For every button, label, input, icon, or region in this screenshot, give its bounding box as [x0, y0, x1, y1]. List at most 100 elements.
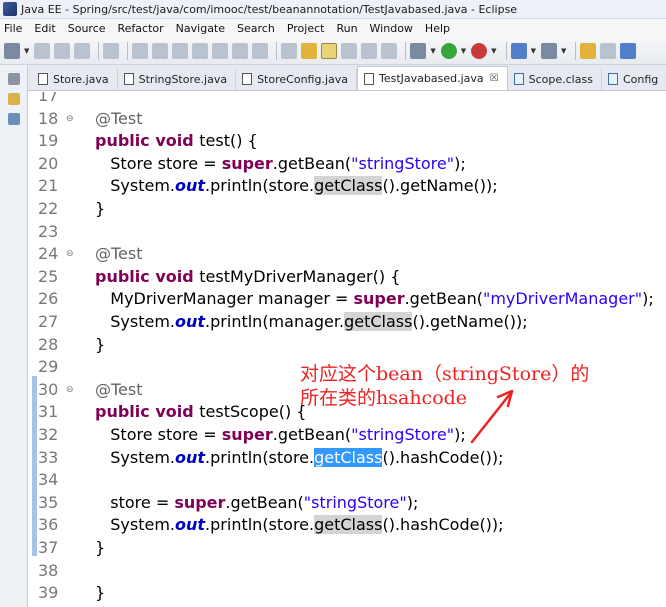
code-token: );	[454, 153, 466, 173]
code-line[interactable]: 38	[28, 560, 666, 583]
line-number: 34	[38, 470, 59, 490]
skip-breakpoints-icon[interactable]	[103, 42, 120, 59]
menu-source[interactable]: Source	[68, 22, 106, 35]
code-token: test() {	[199, 131, 258, 151]
new-dropdown-icon[interactable]: ▼	[24, 47, 29, 55]
fold-toggle-icon[interactable]: ⊖	[66, 379, 74, 402]
code-line[interactable]: 32 Store store = super.getBean("stringSt…	[28, 424, 666, 447]
tab-label: Store.java	[53, 72, 109, 86]
line-number: 26	[38, 289, 59, 309]
code-line[interactable]: 17	[28, 92, 666, 108]
step-into-icon[interactable]	[212, 42, 229, 59]
step-return-icon[interactable]	[252, 42, 269, 59]
menu-run[interactable]: Run	[336, 22, 357, 35]
code-line[interactable]: 34	[28, 469, 666, 492]
new-class-icon[interactable]	[540, 42, 557, 59]
debug-dropdown-icon[interactable]: ▼	[430, 47, 435, 55]
code-text: }	[95, 537, 105, 560]
format-icon[interactable]	[281, 42, 298, 59]
code-line[interactable]: 36 System.out.println(store.getClass().h…	[28, 514, 666, 537]
code-token: ().hashCode());	[382, 515, 504, 535]
main-toolbar: ▼ ▼ ▼ ▼ ▼ ▼	[0, 37, 666, 65]
code-editor[interactable]: 17 18 ⊖ @Test 19 public void test() {20 Store…	[28, 92, 666, 607]
tab-store-java[interactable]: Store.java	[32, 68, 118, 90]
run-dropdown-icon[interactable]: ▼	[461, 47, 466, 55]
tab-testjavabased-java[interactable]: TestJavabased.java ☒	[357, 66, 508, 90]
step-over-icon[interactable]	[232, 42, 249, 59]
code-text: public void test() {	[95, 130, 258, 153]
external-tools-icon[interactable]	[471, 42, 488, 59]
print-icon[interactable]	[74, 42, 91, 59]
external-tools-dropdown-icon[interactable]: ▼	[491, 47, 496, 55]
fold-toggle-icon[interactable]: ⊖	[66, 108, 74, 131]
menu-help[interactable]: Help	[425, 22, 450, 35]
block-selection-icon[interactable]	[361, 42, 378, 59]
mark-occurrences-icon[interactable]	[321, 42, 338, 59]
run-icon[interactable]	[440, 42, 457, 59]
resume-icon[interactable]	[132, 42, 149, 59]
suspend-icon[interactable]	[152, 42, 169, 59]
code-line[interactable]: 37}	[28, 537, 666, 560]
code-line[interactable]: 33 System.out.println(store.getClass().h…	[28, 447, 666, 470]
restore-view-icon[interactable]	[7, 73, 20, 85]
line-number: 21	[38, 176, 59, 196]
fold-toggle-icon[interactable]: ⊖	[66, 243, 74, 266]
new-icon[interactable]	[4, 42, 20, 59]
annotation-arrow-icon	[470, 389, 514, 444]
save-all-icon[interactable]	[54, 42, 71, 59]
tab-storeconfig-java[interactable]: StoreConfig.java	[236, 68, 357, 90]
terminate-icon[interactable]	[172, 42, 189, 59]
code-token: .println(store.	[205, 447, 315, 467]
tab-scope-class[interactable]: Scope.class	[508, 68, 602, 90]
code-token: getClass	[314, 515, 383, 535]
menu-file[interactable]: File	[4, 22, 22, 35]
menu-search[interactable]: Search	[237, 22, 275, 35]
toolbar-separator	[127, 41, 129, 60]
code-line[interactable]: 19 public void test() {	[28, 130, 666, 153]
code-line[interactable]: 21 System.out.println(store.getClass().g…	[28, 175, 666, 198]
line-number: 32	[38, 425, 59, 444]
menu-window[interactable]: Window	[370, 22, 413, 35]
package-explorer-icon[interactable]	[7, 93, 20, 105]
code-line[interactable]: 20 Store store = super.getBean("stringSt…	[28, 153, 666, 176]
code-text: public void testScope() {	[95, 401, 306, 424]
code-line[interactable]: 35 store = super.getBean("stringStore");	[28, 492, 666, 515]
new-java-package-icon[interactable]	[510, 42, 527, 59]
code-line[interactable]: 22}	[28, 198, 666, 221]
code-line[interactable]: 18 ⊖ @Test	[28, 108, 666, 131]
code-token: @Test	[95, 379, 143, 399]
menu-refactor[interactable]: Refactor	[118, 22, 164, 35]
search-icon[interactable]	[600, 42, 617, 59]
tab-config[interactable]: Config	[602, 68, 666, 90]
menu-project[interactable]: Project	[287, 22, 325, 35]
code-line[interactable]: 39}	[28, 582, 666, 605]
code-line[interactable]: 27 System.out.println(manager.getClass()…	[28, 311, 666, 334]
menu-navigate[interactable]: Navigate	[176, 22, 225, 35]
class-file-icon	[513, 73, 524, 85]
new-java-dropdown-icon[interactable]: ▼	[531, 47, 536, 55]
code-token: System.	[95, 515, 176, 535]
code-line[interactable]: 28}	[28, 334, 666, 357]
code-line[interactable]: 26 MyDriverManager manager = super.getBe…	[28, 288, 666, 311]
debug-gear-icon[interactable]	[410, 42, 427, 59]
tab-stringstore-java[interactable]: StringStore.java	[118, 68, 237, 90]
code-line[interactable]: 25 public void testMyDriverManager() {	[28, 266, 666, 289]
java-file-icon	[123, 73, 134, 85]
open-folder-icon[interactable]	[580, 42, 597, 59]
disconnect-icon[interactable]	[192, 42, 209, 59]
open-type-icon[interactable]	[301, 42, 318, 59]
word-wrap-icon[interactable]	[381, 42, 398, 59]
outline-view-icon[interactable]	[7, 113, 20, 125]
menu-edit[interactable]: Edit	[34, 22, 55, 35]
code-token: .getBean(	[272, 425, 352, 444]
close-tab-icon[interactable]: ☒	[490, 73, 499, 84]
toolbar-separator	[505, 41, 507, 60]
new-class-dropdown-icon[interactable]: ▼	[561, 47, 566, 55]
save-icon[interactable]	[34, 42, 51, 59]
annotation-line-2: 所在类的hsahcode	[300, 387, 468, 409]
code-token: public void	[95, 402, 200, 422]
code-line[interactable]: 23	[28, 221, 666, 244]
show-whitespace-icon[interactable]	[341, 42, 358, 59]
code-line[interactable]: 24 ⊖ @Test	[28, 243, 666, 266]
open-task-icon[interactable]	[620, 42, 637, 59]
